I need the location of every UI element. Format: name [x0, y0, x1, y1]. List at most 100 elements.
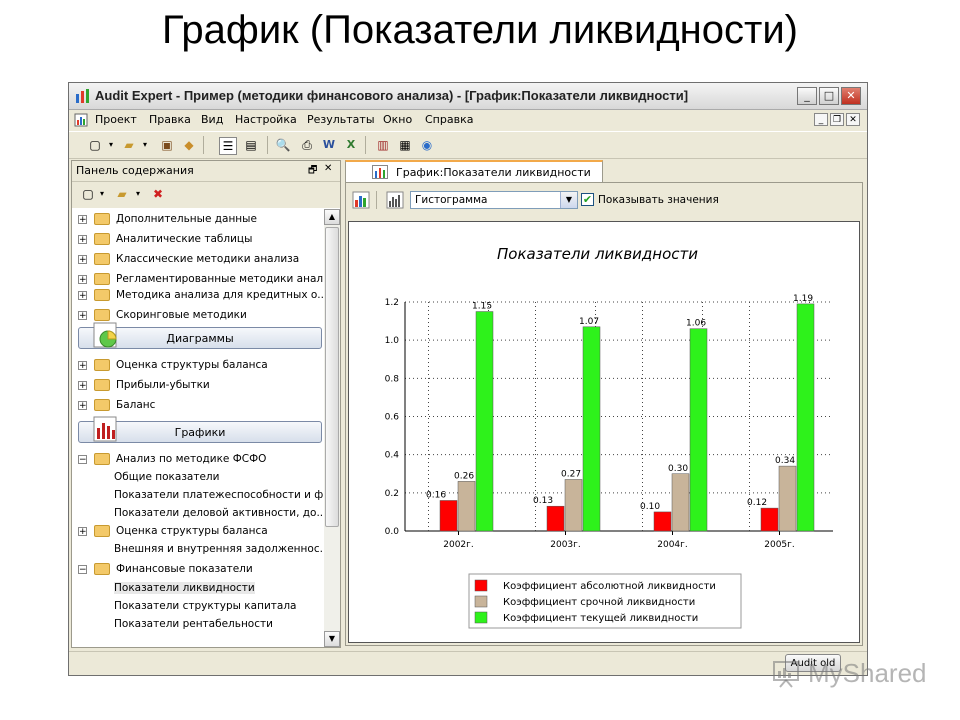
slide-title: График (Показатели ликвидности)	[162, 8, 798, 52]
tree-item-selected[interactable]: Показатели ликвидности	[72, 580, 322, 598]
new-file-icon[interactable]: ▢	[87, 137, 103, 153]
contents-panel: Панель содержания 🗗 ✕ ▢ ▾ ▰ ▾ ✖ + Дополн…	[71, 160, 341, 648]
menu-help[interactable]: Справка	[425, 113, 473, 126]
chart-toolbar: Гистограмма ▼ ✔ Показывать значения	[346, 183, 862, 213]
x-tick-label: 2002г.	[443, 540, 474, 550]
folder-open-icon	[94, 453, 110, 465]
tree-item[interactable]: + Классические методики анализа	[72, 251, 322, 269]
open-dropdown-icon[interactable]: ▾	[137, 137, 153, 153]
print-icon[interactable]: ⎙	[299, 137, 315, 153]
maximize-button[interactable]: □	[819, 87, 839, 105]
menu-view[interactable]: Вид	[201, 113, 223, 126]
y-tick-label: 0.6	[385, 413, 400, 423]
close-button[interactable]: ✕	[841, 87, 861, 105]
title-bar[interactable]: Audit Expert - Пример (методики финансов…	[69, 83, 867, 110]
bar	[796, 303, 815, 532]
folder-icon	[94, 273, 110, 285]
scroll-down-icon[interactable]: ▼	[324, 631, 340, 647]
data-label: 0.10	[640, 502, 660, 512]
word-export-icon[interactable]: W	[321, 137, 337, 153]
tab-liquidity-chart[interactable]: График:Показатели ликвидности	[345, 160, 603, 182]
add-folder-icon[interactable]: ▰	[114, 186, 130, 202]
menu-project[interactable]: Проект	[95, 113, 137, 126]
tree-item[interactable]: + Баланс	[72, 397, 322, 415]
calculator-icon[interactable]: ▦	[397, 137, 413, 153]
tree-item[interactable]: + Оценка структуры баланса	[72, 357, 322, 375]
add-folder-dropdown-icon[interactable]: ▾	[130, 186, 146, 202]
show-values-checkbox[interactable]: ✔	[581, 193, 594, 206]
tree-item[interactable]: + Дополнительные данные	[72, 211, 322, 229]
show-values-label: Показывать значения	[598, 194, 719, 206]
group-diagrams-header[interactable]: Диаграммы	[78, 322, 322, 349]
tree-item-label: Дополнительные данные	[116, 213, 257, 225]
data-label: 0.12	[747, 498, 767, 508]
report-view-icon[interactable]: ▤	[243, 137, 259, 153]
contents-panel-header: Панель содержания 🗗 ✕	[72, 161, 340, 182]
chart-document-icon	[372, 165, 388, 179]
data-label: 0.27	[561, 469, 581, 479]
bar	[689, 328, 708, 532]
new-dropdown-icon[interactable]: ▾	[103, 137, 119, 153]
legend-swatch	[474, 611, 488, 624]
chart-settings-icon[interactable]: ▥	[375, 137, 391, 153]
preview-icon[interactable]: 🔍	[275, 137, 291, 153]
status-bar: Audit old	[69, 651, 867, 675]
chart-properties-icon[interactable]	[352, 191, 370, 209]
child-restore-button[interactable]: ❐	[830, 113, 844, 126]
scroll-thumb[interactable]	[325, 227, 339, 527]
tree-item[interactable]: − Финансовые показатели	[72, 561, 322, 579]
bar	[546, 505, 565, 532]
data-label: 0.13	[533, 496, 553, 506]
document-menu-icon[interactable]	[74, 113, 88, 127]
open-folder-icon[interactable]: ▰	[121, 137, 137, 153]
tree-item[interactable]: − Анализ по методике ФСФО	[72, 451, 322, 469]
scroll-up-icon[interactable]: ▲	[324, 209, 340, 225]
menu-window[interactable]: Окно	[383, 113, 412, 126]
tree-item[interactable]: + Прибыли-убытки	[72, 377, 322, 395]
data-label: 1.19	[793, 294, 813, 304]
tree-item[interactable]: Показатели деловой активности, до...	[72, 505, 324, 523]
folder-open-icon	[94, 563, 110, 575]
legend-swatch	[474, 595, 488, 608]
chevron-down-icon[interactable]: ▼	[560, 192, 577, 208]
child-minimize-button[interactable]: _	[814, 113, 828, 126]
tree-item-label: Показатели платежеспособности и ф...	[114, 489, 324, 501]
add-item-dropdown-icon[interactable]: ▾	[94, 186, 110, 202]
legend-label: Коэффициент срочной ликвидности	[503, 597, 695, 608]
tree-item[interactable]: Показатели платежеспособности и ф...	[72, 487, 324, 505]
play-icon[interactable]: ◉	[419, 137, 435, 153]
tree-scrollbar[interactable]: ▲ ▼	[324, 209, 340, 647]
tree-item-label: Методика анализа для кредитных о...	[116, 289, 324, 301]
data-label: 0.30	[668, 464, 688, 474]
panel-close-icon[interactable]: ✕	[324, 163, 332, 174]
window-title: Audit Expert - Пример (методики финансов…	[95, 88, 689, 103]
folder-icon	[94, 379, 110, 391]
menu-settings[interactable]: Настройка	[235, 113, 297, 126]
tree-item[interactable]: + Методика анализа для кредитных о...	[72, 287, 324, 305]
eraser-icon[interactable]: ◆	[181, 137, 197, 153]
tree-item[interactable]: + Аналитические таблицы	[72, 231, 322, 249]
delete-icon[interactable]: ✖	[150, 186, 166, 202]
panel-float-icon[interactable]: 🗗	[308, 163, 317, 180]
y-tick-label: 0.4	[385, 451, 400, 461]
child-close-button[interactable]: ✕	[846, 113, 860, 126]
chart-type-select[interactable]: Гистограмма ▼	[410, 191, 578, 209]
tree-item[interactable]: Общие показатели	[72, 469, 322, 487]
tree-item[interactable]: Показатели структуры капитала	[72, 598, 322, 616]
group-graphs-header[interactable]: Графики	[78, 416, 322, 443]
tree-item-label: Оценка структуры баланса	[116, 525, 268, 537]
folder-icon	[94, 399, 110, 411]
save-icon[interactable]: ▣	[159, 137, 175, 153]
tree-item[interactable]: + Оценка структуры баланса	[72, 523, 322, 541]
minimize-button[interactable]: _	[797, 87, 817, 105]
menu-results[interactable]: Результаты	[307, 113, 375, 126]
excel-export-icon[interactable]: X	[343, 137, 359, 153]
tree-item-label: Баланс	[116, 399, 156, 411]
folder-icon	[94, 525, 110, 537]
tree-item-label: Показатели деловой активности, до...	[114, 507, 324, 519]
menu-edit[interactable]: Правка	[149, 113, 191, 126]
tree-item[interactable]: Показатели рентабельности	[72, 616, 322, 634]
app-window: Audit Expert - Пример (методики финансов…	[68, 82, 868, 676]
table-view-icon[interactable]: ☰	[219, 137, 237, 155]
tree-item[interactable]: Внешняя и внутренняя задолженнос...	[72, 541, 324, 559]
